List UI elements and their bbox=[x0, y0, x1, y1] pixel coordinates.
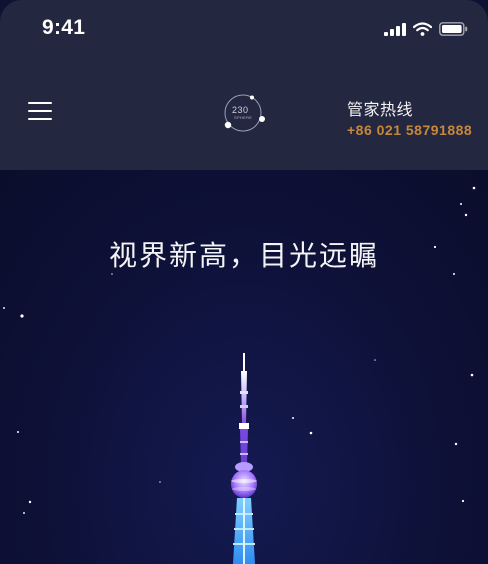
menu-line bbox=[28, 118, 52, 120]
menu-line bbox=[28, 102, 52, 104]
phone-screen: 9:41 230 SPHERE 管家热线 +86 021 58791888 视界… bbox=[0, 0, 488, 564]
hotline: 管家热线 +86 021 58791888 bbox=[347, 96, 472, 138]
menu-line bbox=[28, 110, 52, 112]
hero-banner: 视界新高，目光远瞩 bbox=[0, 170, 488, 564]
header: 9:41 230 SPHERE 管家热线 +86 021 58791888 bbox=[0, 0, 488, 170]
hotline-phone-link[interactable]: +86 021 58791888 bbox=[347, 122, 472, 138]
cellular-signal-icon bbox=[384, 22, 406, 36]
tv-tower-image bbox=[231, 353, 257, 564]
status-icons bbox=[377, 22, 468, 36]
wifi-icon bbox=[413, 22, 432, 36]
hero-slogan: 视界新高，目光远瞩 bbox=[108, 239, 379, 272]
battery-icon bbox=[439, 22, 468, 36]
hotline-label: 管家热线 bbox=[347, 100, 414, 119]
status-time: 9:41 bbox=[42, 16, 86, 39]
hamburger-menu-icon[interactable] bbox=[28, 100, 52, 122]
brand-logo[interactable]: 230 SPHERE bbox=[219, 92, 267, 134]
logo-number: 230 bbox=[232, 105, 249, 115]
status-bar: 9:41 bbox=[0, 0, 488, 60]
logo-subtext: SPHERE bbox=[234, 115, 253, 120]
